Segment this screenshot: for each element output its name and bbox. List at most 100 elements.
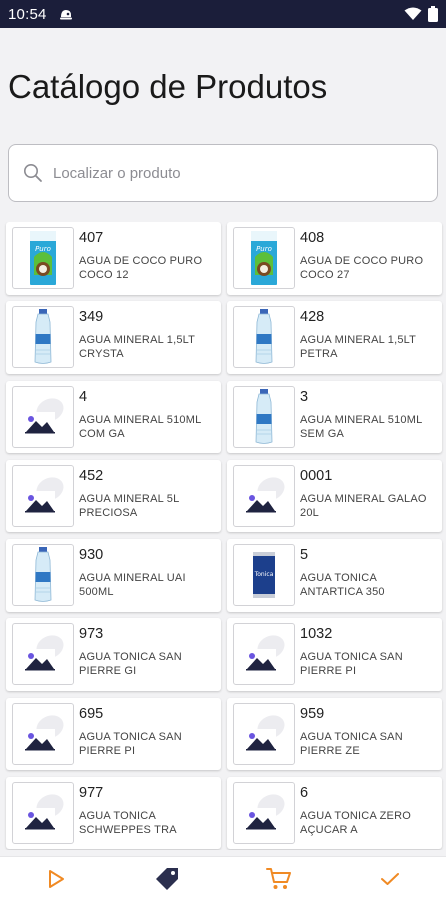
- product-card[interactable]: 695 AGUA TONICA SAN PIERRE PI: [6, 697, 221, 770]
- product-image: [233, 623, 295, 686]
- product-code: 407: [79, 230, 104, 246]
- product-code: 695: [79, 705, 104, 722]
- product-name: AGUA TONICA SAN PIERRE PI: [300, 651, 403, 678]
- product-name: AGUA TONICA SAN PIERRE ZE: [300, 730, 403, 757]
- product-info: 1032 AGUA TONICA SAN PIERRE PI: [300, 623, 430, 678]
- product-image: [233, 464, 295, 527]
- wifi-icon: [404, 7, 422, 20]
- product-name: AGUA DE COCO PURO COCO 12: [79, 255, 203, 281]
- battery-icon: [428, 6, 438, 22]
- product-info: 407 AGUA DE COCO PURO COCO 12: [79, 227, 209, 282]
- product-info: 3 AGUA MINERAL 510ML SEM GA: [300, 386, 430, 441]
- product-image: [12, 781, 74, 844]
- product-grid: Puro 407 AGUA DE COCO PURO COCO 12 Puro 408 A…: [4, 222, 444, 850]
- svg-text:Puro: Puro: [35, 245, 51, 253]
- product-code: 5: [300, 547, 309, 563]
- product-image: [233, 781, 295, 844]
- product-info: 4 AGUA MINERAL 510ML COM GA: [79, 386, 209, 441]
- product-card[interactable]: 977 AGUA TONICA SCHWEPPES TRA: [6, 776, 221, 850]
- search-box[interactable]: [8, 144, 438, 202]
- check-icon: [381, 872, 400, 885]
- product-card[interactable]: 973 AGUA TONICA SAN PIERRE GI: [6, 618, 221, 691]
- product-info: 959 AGUA TONICA SAN PIERRE ZE: [300, 703, 430, 758]
- svg-text:Puro: Puro: [256, 245, 272, 253]
- product-name: AGUA DE COCO PURO COCO 27: [300, 255, 424, 281]
- product-card[interactable]: 428 AGUA MINERAL 1,5LT PETRA: [227, 301, 442, 374]
- product-info: 977 AGUA TONICA SCHWEPPES TRA: [79, 782, 209, 837]
- product-name: AGUA TONICA ANTARTICA 350: [300, 572, 385, 598]
- svg-text:Tonica: Tonica: [254, 571, 274, 578]
- product-code: 349: [79, 309, 104, 326]
- product-code: 452: [79, 467, 104, 484]
- product-image: [12, 623, 74, 686]
- product-image: [12, 385, 74, 448]
- nav-cart-button[interactable]: [259, 861, 299, 897]
- cart-icon: [265, 867, 291, 889]
- product-info: 428 AGUA MINERAL 1,5LT PETRA: [300, 306, 430, 361]
- product-image: Puro: [233, 227, 295, 289]
- product-card[interactable]: 930 AGUA MINERAL UAI 500ML: [6, 539, 221, 612]
- product-code: 428: [300, 309, 325, 326]
- product-image: [12, 306, 74, 369]
- product-card[interactable]: Puro 407 AGUA DE COCO PURO COCO 12: [6, 222, 221, 295]
- product-code: 977: [79, 784, 104, 801]
- product-image: Tonica: [233, 544, 295, 606]
- product-name: AGUA MINERAL 1,5LT CRYSTA: [79, 334, 195, 361]
- product-card[interactable]: 349 AGUA MINERAL 1,5LT CRYSTA: [6, 301, 221, 374]
- bottom-nav: [0, 856, 446, 900]
- search-input[interactable]: [53, 164, 413, 182]
- product-code: 4: [79, 388, 88, 405]
- product-image: [233, 385, 295, 448]
- product-image: [12, 702, 74, 765]
- product-image: [12, 544, 74, 606]
- page-title: Catálogo de Produtos: [8, 68, 328, 105]
- product-image: Puro: [12, 227, 74, 289]
- product-card[interactable]: 452 AGUA MINERAL 5L PRECIOSA: [6, 459, 221, 533]
- product-info: 930 AGUA MINERAL UAI 500ML: [79, 544, 209, 599]
- product-image: [233, 702, 295, 765]
- product-name: AGUA TONICA ZERO AÇUCAR A: [300, 809, 411, 836]
- product-image: [233, 306, 295, 369]
- product-info: 0001 AGUA MINERAL GALAO 20L: [300, 465, 430, 520]
- product-info: 408 AGUA DE COCO PURO COCO 27: [300, 227, 430, 282]
- product-card[interactable]: 959 AGUA TONICA SAN PIERRE ZE: [227, 697, 442, 770]
- product-code: 6: [300, 784, 309, 801]
- product-code: 0001: [300, 467, 333, 484]
- play-icon: [48, 869, 64, 888]
- nav-catalog-button[interactable]: [147, 861, 187, 897]
- product-card[interactable]: 6 AGUA TONICA ZERO AÇUCAR A: [227, 776, 442, 850]
- product-image: [12, 464, 74, 527]
- product-code: 3: [300, 388, 309, 405]
- nav-confirm-button[interactable]: [370, 861, 410, 897]
- status-indicators: [404, 6, 438, 22]
- product-card[interactable]: 4 AGUA MINERAL 510ML COM GA: [6, 380, 221, 453]
- product-card[interactable]: 1032 AGUA TONICA SAN PIERRE PI: [227, 618, 442, 691]
- product-name: AGUA TONICA SCHWEPPES TRA: [79, 809, 177, 836]
- product-card[interactable]: 0001 AGUA MINERAL GALAO 20L: [227, 459, 442, 533]
- product-card[interactable]: Puro 408 AGUA DE COCO PURO COCO 27: [227, 222, 442, 295]
- product-name: AGUA TONICA SAN PIERRE PI: [79, 730, 182, 757]
- search-icon: [24, 164, 42, 182]
- product-name: AGUA TONICA SAN PIERRE GI: [79, 651, 182, 678]
- product-info: 5 AGUA TONICA ANTARTICA 350: [300, 544, 430, 599]
- product-info: 6 AGUA TONICA ZERO AÇUCAR A: [300, 782, 430, 837]
- product-name: AGUA MINERAL 510ML SEM GA: [300, 413, 422, 440]
- notification-icon: [59, 8, 73, 20]
- product-name: AGUA MINERAL UAI 500ML: [79, 572, 186, 598]
- product-code: 408: [300, 230, 325, 246]
- product-name: AGUA MINERAL 1,5LT PETRA: [300, 334, 416, 361]
- product-code: 973: [79, 626, 104, 643]
- product-card[interactable]: Tonica 5 AGUA TONICA ANTARTICA 350: [227, 539, 442, 612]
- product-info: 973 AGUA TONICA SAN PIERRE GI: [79, 623, 209, 678]
- product-code: 1032: [300, 626, 333, 643]
- product-code: 930: [79, 547, 104, 563]
- nav-play-button[interactable]: [36, 861, 76, 897]
- product-code: 959: [300, 705, 325, 722]
- status-time: 10:54: [8, 5, 47, 23]
- product-info: 349 AGUA MINERAL 1,5LT CRYSTA: [79, 306, 209, 361]
- status-bar: 10:54: [0, 0, 446, 28]
- tag-icon: [156, 867, 179, 890]
- product-info: 452 AGUA MINERAL 5L PRECIOSA: [79, 465, 209, 520]
- product-name: AGUA MINERAL GALAO 20L: [300, 492, 427, 519]
- product-card[interactable]: 3 AGUA MINERAL 510ML SEM GA: [227, 380, 442, 453]
